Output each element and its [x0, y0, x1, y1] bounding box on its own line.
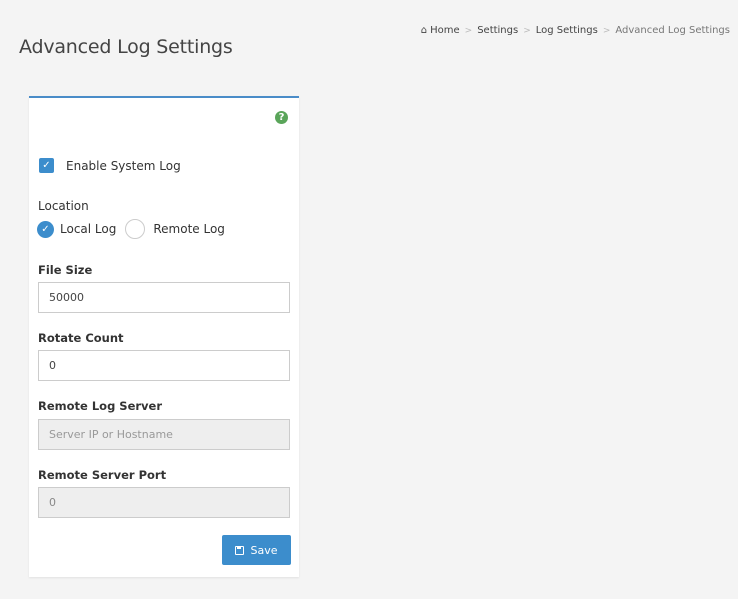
breadcrumb: ⌂ Home > Settings > Log Settings > Advan…	[421, 25, 730, 36]
home-icon[interactable]: ⌂	[421, 25, 427, 36]
remote-log-label: Remote Log	[153, 222, 225, 236]
location-label: Location	[38, 199, 89, 213]
breadcrumb-home[interactable]: Home	[430, 25, 460, 36]
check-icon: ✓	[42, 160, 51, 171]
breadcrumb-separator: >	[602, 25, 611, 36]
page-title: Advanced Log Settings	[19, 36, 233, 58]
help-icon[interactable]: ?	[275, 111, 288, 124]
remote-server-port-label: Remote Server Port	[38, 468, 167, 482]
rotate-count-input[interactable]: 0	[38, 350, 290, 381]
enable-system-log-label: Enable System Log	[66, 158, 181, 173]
settings-card: ? ✓ Enable System Log Location ✓ Local L…	[29, 96, 299, 577]
remote-log-radio[interactable]	[125, 219, 146, 239]
save-button[interactable]: Save	[222, 535, 291, 565]
local-log-radio[interactable]: ✓	[37, 220, 54, 238]
local-log-label: Local Log	[60, 222, 117, 236]
file-size-input[interactable]: 50000	[38, 282, 290, 313]
enable-system-log-row[interactable]: ✓ Enable System Log	[39, 158, 181, 173]
save-button-label: Save	[250, 543, 278, 557]
remote-server-port-input[interactable]: 0	[38, 487, 290, 518]
file-size-label: File Size	[38, 263, 93, 277]
breadcrumb-separator: >	[464, 25, 473, 36]
remote-log-server-input[interactable]: Server IP or Hostname	[38, 419, 290, 450]
breadcrumb-settings[interactable]: Settings	[477, 25, 518, 36]
breadcrumb-separator: >	[523, 25, 531, 36]
location-radio-group: ✓ Local Log Remote Log	[37, 219, 225, 239]
breadcrumb-log-settings[interactable]: Log Settings	[536, 25, 598, 36]
check-icon: ✓	[41, 223, 50, 235]
rotate-count-label: Rotate Count	[38, 331, 124, 345]
remote-log-server-label: Remote Log Server	[38, 399, 163, 413]
floppy-disk-icon	[235, 545, 245, 555]
breadcrumb-advanced-log-settings: Advanced Log Settings	[615, 25, 730, 36]
enable-system-log-checkbox[interactable]: ✓	[39, 158, 54, 173]
